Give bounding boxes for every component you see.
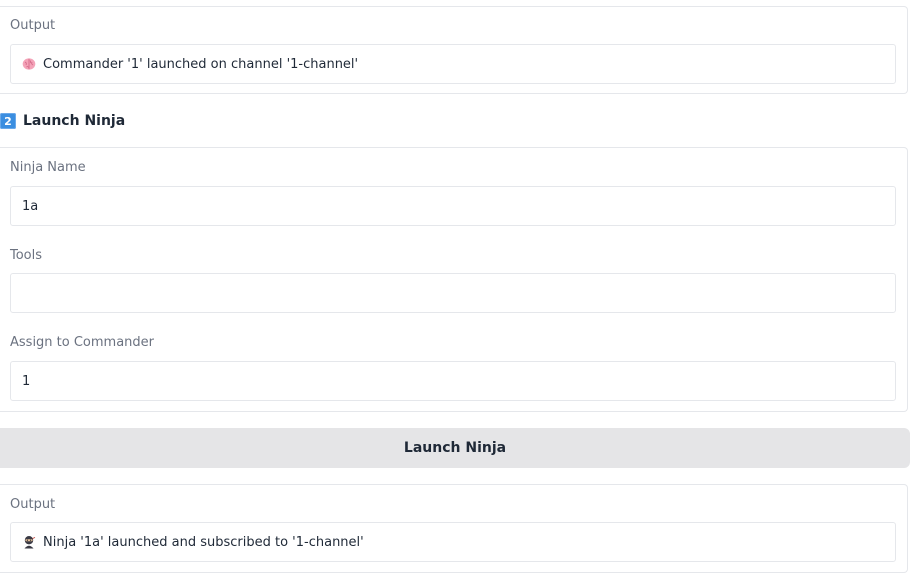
ninja-name-label: Ninja Name bbox=[10, 160, 86, 175]
brain-icon bbox=[22, 58, 36, 70]
ninja-output-label: Output bbox=[10, 497, 56, 512]
ninja-icon bbox=[24, 536, 36, 549]
launch-ninja-heading-text: Launch Ninja bbox=[23, 113, 126, 129]
tools-input[interactable] bbox=[22, 274, 884, 312]
launch-ninja-form: Ninja Name Tools Assign to Commander bbox=[0, 147, 908, 412]
launch-ninja-button[interactable]: Launch Ninja bbox=[0, 428, 910, 468]
ninja-output-textbox[interactable]: Ninja '1a' launched and subscribed to '1… bbox=[10, 522, 896, 562]
launch-ninja-heading: 2 Launch Ninja bbox=[0, 110, 125, 132]
assign-commander-label: Assign to Commander bbox=[10, 335, 155, 350]
assign-commander-input[interactable] bbox=[22, 362, 884, 400]
assign-commander-field[interactable] bbox=[10, 361, 896, 401]
tools-field[interactable] bbox=[10, 273, 896, 313]
tools-label: Tools bbox=[10, 248, 43, 263]
ninja-name-field[interactable] bbox=[10, 186, 896, 226]
commander-output-text: Commander '1' launched on channel '1-cha… bbox=[43, 56, 359, 72]
commander-output-panel: Output Commander '1' launched on channel… bbox=[0, 6, 908, 94]
commander-output-textbox[interactable]: Commander '1' launched on channel '1-cha… bbox=[10, 44, 896, 84]
ninja-name-input[interactable] bbox=[22, 187, 884, 225]
keycap-2-icon: 2 bbox=[0, 113, 16, 129]
ninja-output-panel: Output Ninja '1a' launched and subscribe… bbox=[0, 484, 908, 573]
ninja-output-text: Ninja '1a' launched and subscribed to '1… bbox=[43, 534, 364, 550]
commander-output-label: Output bbox=[10, 18, 56, 33]
